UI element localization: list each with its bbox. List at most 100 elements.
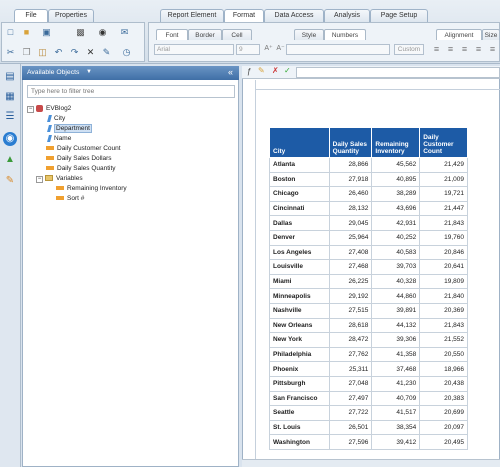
edit-icon[interactable]: ✎ xyxy=(3,174,17,188)
table-row[interactable]: New Orleans 28,618 44,132 21,843 xyxy=(269,317,468,334)
column-header-remaining-inventory[interactable]: Remaining Inventory xyxy=(371,127,421,158)
formula-icon[interactable]: ƒ xyxy=(247,67,251,76)
document-icon[interactable]: ▤ xyxy=(3,70,17,84)
align-left-icon[interactable]: ≡ xyxy=(430,43,443,55)
table-row[interactable]: Miami 26,225 40,328 19,809 xyxy=(269,273,468,290)
value-cell[interactable]: 21,447 xyxy=(419,200,468,217)
value-cell[interactable]: 20,383 xyxy=(419,390,468,407)
value-cell[interactable]: 38,354 xyxy=(371,419,421,436)
value-cell[interactable]: 27,918 xyxy=(328,171,373,188)
align-right-icon[interactable]: ≡ xyxy=(458,43,471,55)
value-cell[interactable]: 45,562 xyxy=(371,157,421,173)
city-cell[interactable]: Cincinnati xyxy=(269,200,330,217)
tab-format[interactable]: Format xyxy=(224,9,264,22)
value-cell[interactable]: 27,497 xyxy=(328,390,373,407)
tree-item-sort[interactable]: Sort # xyxy=(56,194,84,204)
city-cell[interactable]: Minneapolis xyxy=(269,288,330,304)
value-cell[interactable]: 20,097 xyxy=(419,419,468,436)
table-row[interactable]: New York 28,472 39,306 21,552 xyxy=(269,332,468,348)
table-row[interactable]: Philadelphia 27,762 41,358 20,550 xyxy=(269,346,468,363)
tab-page-setup[interactable]: Page Setup xyxy=(370,9,428,22)
tree-item-city[interactable]: City xyxy=(47,114,65,124)
font-size-select[interactable]: 9 xyxy=(236,44,260,55)
column-header-daily-sales-quantity[interactable]: Daily Sales Quantity xyxy=(328,127,373,158)
table-row[interactable]: Denver 25,964 40,252 19,760 xyxy=(269,229,468,246)
value-cell[interactable]: 21,009 xyxy=(419,171,468,188)
panel-dropdown-icon[interactable]: ▼ xyxy=(86,69,92,75)
value-cell[interactable]: 40,252 xyxy=(371,229,421,246)
paste-icon[interactable]: ◫ xyxy=(36,46,49,58)
city-cell[interactable]: Dallas xyxy=(269,215,330,231)
tree-item-daily-sales-quantity[interactable]: Daily Sales Quantity xyxy=(46,164,116,174)
value-cell[interactable]: 19,721 xyxy=(419,186,468,202)
table-row[interactable]: Minneapolis 29,192 44,860 21,840 xyxy=(269,288,468,304)
delete-icon[interactable]: ✕ xyxy=(84,46,97,58)
value-cell[interactable]: 39,412 xyxy=(371,434,421,450)
tree-item-name[interactable]: Name xyxy=(47,134,71,144)
list-icon[interactable]: ☰ xyxy=(3,110,17,124)
value-cell[interactable]: 37,468 xyxy=(371,361,421,377)
value-cell[interactable]: 39,703 xyxy=(371,259,421,275)
globe-icon[interactable]: ◉ xyxy=(3,132,17,146)
value-cell[interactable]: 27,515 xyxy=(328,302,373,319)
value-cell[interactable]: 40,583 xyxy=(371,244,421,261)
value-cell[interactable]: 40,895 xyxy=(371,171,421,188)
report-table[interactable]: City Daily Sales Quantity Remaining Inve… xyxy=(269,127,468,450)
table-row[interactable]: Atlanta 28,866 45,562 21,429 xyxy=(269,157,468,173)
value-cell[interactable]: 28,618 xyxy=(328,317,373,334)
table-row[interactable]: Phoenix 25,311 37,468 18,966 xyxy=(269,361,468,377)
value-cell[interactable]: 20,846 xyxy=(419,244,468,261)
city-cell[interactable]: Washington xyxy=(269,434,330,450)
value-cell[interactable]: 42,931 xyxy=(371,215,421,231)
value-cell[interactable]: 27,762 xyxy=(328,346,373,363)
copy-icon[interactable]: ❐ xyxy=(20,46,33,58)
city-cell[interactable]: Philadelphia xyxy=(269,346,330,363)
tree-item-daily-customer-count[interactable]: Daily Customer Count xyxy=(46,144,121,154)
expand-toggle-icon[interactable]: − xyxy=(36,176,43,183)
value-cell[interactable]: 20,369 xyxy=(419,302,468,319)
align-justify-icon[interactable]: ≡ xyxy=(472,43,485,55)
custom-button[interactable]: Custom xyxy=(394,44,424,55)
undo-icon[interactable]: ↶ xyxy=(52,46,65,58)
city-cell[interactable]: Denver xyxy=(269,229,330,246)
city-cell[interactable]: St. Louis xyxy=(269,419,330,436)
value-cell[interactable]: 41,358 xyxy=(371,346,421,363)
tree-item-department[interactable]: Department xyxy=(47,124,92,134)
table-row[interactable]: Dallas 29,045 42,931 21,843 xyxy=(269,215,468,231)
value-cell[interactable]: 27,468 xyxy=(328,259,373,275)
formula-input[interactable] xyxy=(296,67,500,78)
redo-icon[interactable]: ↷ xyxy=(68,46,81,58)
value-cell[interactable]: 26,460 xyxy=(328,186,373,202)
tree-folder-variables[interactable]: − Variables xyxy=(36,174,83,184)
tree-item-remaining-inventory[interactable]: Remaining Inventory xyxy=(56,184,127,194)
value-cell[interactable]: 21,552 xyxy=(419,332,468,348)
font-name-select[interactable]: Arial xyxy=(154,44,234,55)
email-icon[interactable]: ✉ xyxy=(118,26,131,38)
value-cell[interactable]: 28,866 xyxy=(328,157,373,173)
value-cell[interactable]: 29,045 xyxy=(328,215,373,231)
value-cell[interactable]: 25,311 xyxy=(328,361,373,377)
value-cell[interactable]: 44,860 xyxy=(371,288,421,304)
value-cell[interactable]: 26,225 xyxy=(328,273,373,290)
new-document-icon[interactable]: □ xyxy=(4,26,17,38)
value-cell[interactable]: 41,230 xyxy=(371,375,421,392)
number-format-select[interactable] xyxy=(286,44,390,55)
format-painter-icon[interactable]: ✎ xyxy=(100,46,113,58)
city-cell[interactable]: Nashville xyxy=(269,302,330,319)
tab-style[interactable]: Style xyxy=(294,29,324,40)
tab-properties[interactable]: Properties xyxy=(48,9,94,22)
value-cell[interactable]: 41,517 xyxy=(371,405,421,421)
formula-edit-icon[interactable]: ✎ xyxy=(258,66,265,75)
navigation-icon[interactable]: ▲ xyxy=(3,153,17,167)
horizontal-scrollbar[interactable] xyxy=(242,459,500,467)
tab-cell[interactable]: Cell xyxy=(222,29,252,40)
panel-title[interactable]: Available Objects xyxy=(27,69,79,76)
save-icon[interactable]: ▣ xyxy=(40,26,53,38)
value-cell[interactable]: 25,964 xyxy=(328,229,373,246)
tab-font[interactable]: Font xyxy=(156,29,188,40)
city-cell[interactable]: Boston xyxy=(269,171,330,188)
tab-size[interactable]: Size xyxy=(482,29,500,40)
history-icon[interactable]: ◷ xyxy=(120,46,133,58)
tree-item-daily-sales-dollars[interactable]: Daily Sales Dollars xyxy=(46,154,112,164)
expand-toggle-icon[interactable]: − xyxy=(27,106,34,113)
